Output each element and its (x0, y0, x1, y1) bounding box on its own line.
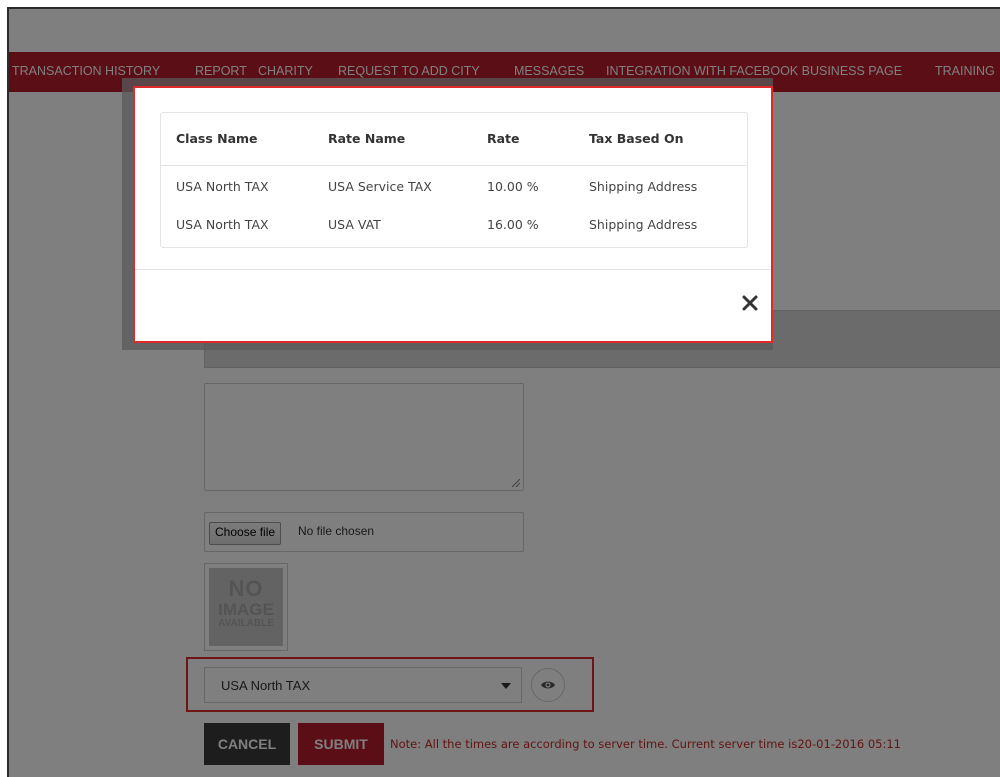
column-header-rate: Rate (487, 131, 520, 146)
cell-rate: 10.00 % (487, 179, 539, 194)
column-header-class-name: Class Name (176, 131, 258, 146)
close-modal-button[interactable] (741, 294, 759, 312)
column-header-rate-name: Rate Name (328, 131, 406, 146)
cell-tax-based-on: Shipping Address (589, 179, 698, 194)
tax-rates-table: Class Name Rate Name Rate Tax Based On U… (160, 112, 748, 248)
table-header-row: Class Name Rate Name Rate Tax Based On (161, 113, 747, 166)
cell-rate: 16.00 % (487, 217, 539, 232)
column-header-tax-based-on: Tax Based On (589, 131, 684, 146)
cell-rate-name: USA VAT (328, 217, 381, 232)
app-window: Transaction History Report Charity Reque… (7, 7, 1000, 777)
cell-class-name: USA North TAX (176, 217, 269, 232)
close-icon (742, 295, 758, 311)
cell-rate-name: USA Service TAX (328, 179, 432, 194)
table-row: USA North TAX USA VAT 16.00 % Shipping A… (161, 203, 747, 243)
cell-class-name: USA North TAX (176, 179, 269, 194)
cell-tax-based-on: Shipping Address (589, 217, 698, 232)
modal-footer-divider (135, 269, 771, 270)
tax-rates-modal: Class Name Rate Name Rate Tax Based On U… (133, 86, 773, 343)
table-row: USA North TAX USA Service TAX 10.00 % Sh… (161, 165, 747, 205)
